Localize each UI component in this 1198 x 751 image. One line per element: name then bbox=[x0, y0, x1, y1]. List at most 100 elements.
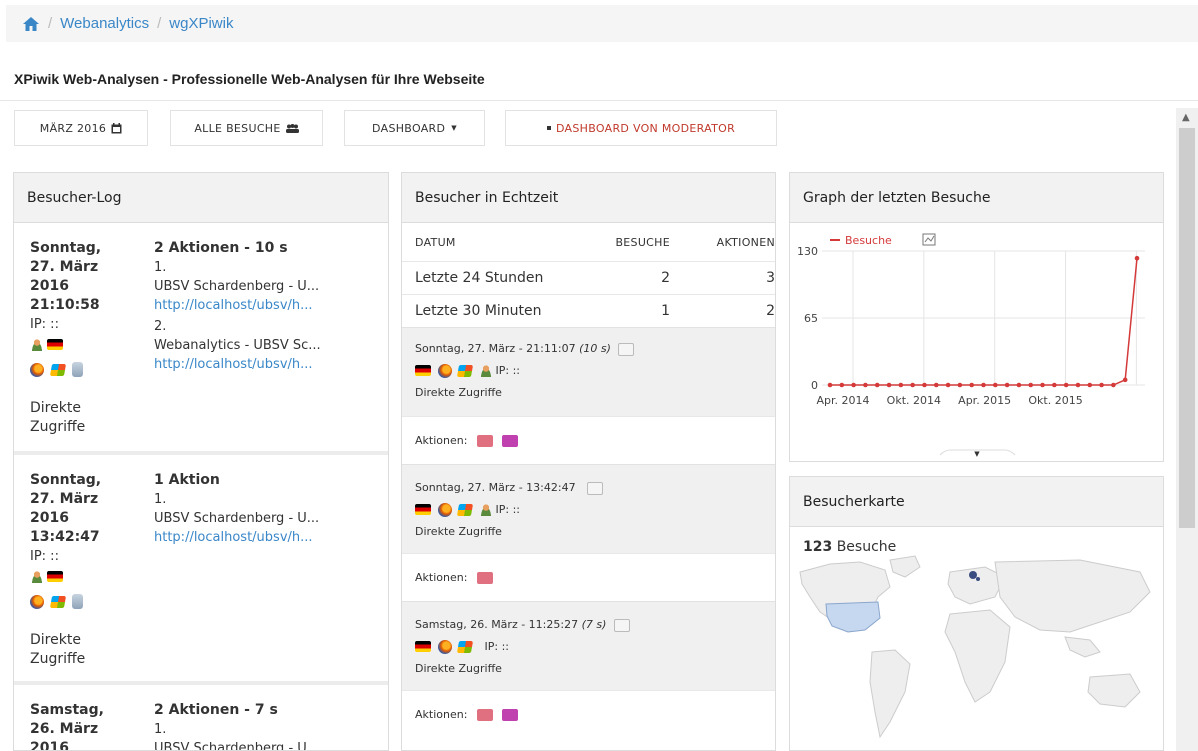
data-point[interactable] bbox=[993, 382, 998, 388]
home-icon[interactable] bbox=[22, 15, 40, 33]
table-row: Letzte 24 Stunden 2 3 bbox=[402, 261, 775, 294]
visit-ip: IP: :: bbox=[484, 639, 510, 653]
visit-time: Samstag, 26. März - 11:25:27 bbox=[415, 618, 579, 631]
data-point[interactable] bbox=[1004, 382, 1010, 388]
map-country-usa[interactable] bbox=[825, 601, 881, 633]
scrollbar-thumb[interactable] bbox=[1179, 128, 1195, 528]
action-url-link[interactable]: http://localhost/ubsv/h... bbox=[154, 296, 354, 315]
realtime-actions-row: Aktionen: bbox=[402, 553, 775, 601]
data-point[interactable] bbox=[1016, 382, 1022, 388]
row-label: Letzte 24 Stunden bbox=[415, 270, 544, 286]
row-label: Letzte 30 Minuten bbox=[415, 303, 542, 319]
date-selector-label: MÄRZ 2016 bbox=[39, 121, 107, 135]
screenshot-icon[interactable] bbox=[587, 481, 604, 495]
scroll-up-icon[interactable]: ▲ bbox=[1182, 112, 1190, 123]
data-point[interactable] bbox=[969, 382, 974, 388]
data-point[interactable] bbox=[1134, 255, 1140, 261]
series-points bbox=[827, 255, 1140, 388]
data-point[interactable] bbox=[1099, 382, 1104, 388]
data-point[interactable] bbox=[1063, 382, 1069, 388]
dashboard-menu-label: DASHBOARD bbox=[372, 121, 446, 135]
action-url-link[interactable]: http://localhost/ubsv/h... bbox=[154, 355, 354, 374]
data-point[interactable] bbox=[1040, 382, 1045, 388]
data-point[interactable] bbox=[886, 382, 892, 388]
data-point[interactable] bbox=[851, 382, 856, 388]
row-actions: 3 bbox=[766, 270, 775, 286]
data-point[interactable] bbox=[910, 382, 915, 388]
plugin-icon bbox=[72, 362, 84, 377]
divider bbox=[0, 100, 1198, 101]
map-country-austria-marker[interactable] bbox=[976, 577, 980, 581]
action-number: 1. bbox=[154, 492, 167, 507]
data-point[interactable] bbox=[863, 382, 868, 388]
data-point[interactable] bbox=[839, 382, 845, 388]
breadcrumb-link-webanalytics[interactable]: Webanalytics bbox=[60, 15, 149, 32]
dashboard-moderator-label: DASHBOARD VON MODERATOR bbox=[555, 121, 736, 135]
actions-label: Aktionen: bbox=[415, 708, 468, 721]
realtime-visit-item: Sonntag, 27. März - 13:42:47 IP: :: Dire… bbox=[402, 464, 775, 553]
visit-actions-summary: 2 Aktionen - 10 s bbox=[154, 240, 288, 256]
data-point[interactable] bbox=[898, 382, 904, 388]
realtime-header: Besucher in Echtzeit bbox=[402, 173, 775, 223]
firefox-icon bbox=[30, 362, 44, 377]
folder-icon[interactable] bbox=[477, 571, 494, 584]
map-header: Besucherkarte bbox=[790, 477, 1163, 527]
breadcrumb-link-wgxpiwik[interactable]: wgXPiwik bbox=[169, 15, 233, 32]
data-point[interactable] bbox=[874, 382, 880, 388]
dashboard-menu-button[interactable]: DASHBOARD ▼ bbox=[344, 110, 485, 146]
folder-icon[interactable] bbox=[477, 708, 494, 721]
data-point[interactable] bbox=[945, 382, 951, 388]
chart-type-icon[interactable] bbox=[922, 233, 936, 246]
data-point[interactable] bbox=[981, 382, 986, 388]
page-title: XPiwik Web-Analysen - Professionelle Web… bbox=[14, 71, 485, 87]
folder-icon[interactable] bbox=[502, 708, 519, 721]
map-region-australia[interactable] bbox=[1087, 673, 1141, 708]
data-point[interactable] bbox=[1052, 382, 1057, 388]
data-point[interactable] bbox=[1087, 382, 1093, 388]
visit-date: 27. März bbox=[30, 491, 99, 507]
column-header-date: DATUM bbox=[415, 235, 456, 249]
map-region-southeast-asia[interactable] bbox=[1064, 636, 1101, 658]
map-region-greenland[interactable] bbox=[889, 555, 921, 578]
caret-down-icon: ▼ bbox=[974, 450, 980, 458]
folder-icon[interactable] bbox=[477, 434, 494, 447]
y-tick-label: 65 bbox=[804, 312, 818, 325]
screenshot-icon[interactable] bbox=[618, 342, 635, 356]
date-selector-button[interactable]: MÄRZ 2016 bbox=[14, 110, 148, 146]
data-point[interactable] bbox=[922, 382, 927, 388]
segment-selector-button[interactable]: ALLE BESUCHE bbox=[170, 110, 323, 146]
data-point[interactable] bbox=[957, 382, 963, 388]
visit-day: Samstag, bbox=[30, 702, 104, 718]
folder-icon[interactable] bbox=[502, 434, 519, 447]
visit-ip: IP: :: bbox=[30, 549, 59, 564]
visitor-log-widget: Besucher-Log Sonntag, 27. März 2016 21:1… bbox=[13, 172, 389, 751]
chart-expand-toggle[interactable]: ▼ bbox=[939, 449, 1016, 458]
visit-actions-summary: 1 Aktion bbox=[154, 472, 220, 488]
map-region-south-america[interactable] bbox=[869, 649, 911, 739]
x-axis-labels: Apr. 2014 Okt. 2014 Apr. 2015 Okt. 2015 bbox=[816, 394, 1082, 407]
table-row: Letzte 30 Minuten 1 2 bbox=[402, 294, 775, 327]
screenshot-icon[interactable] bbox=[613, 618, 630, 632]
action-url-link[interactable]: http://localhost/ubsv/h... bbox=[154, 528, 354, 547]
map-region-africa[interactable] bbox=[944, 609, 1011, 703]
map-country-germany-marker[interactable] bbox=[969, 571, 977, 579]
action-number: 1. bbox=[154, 260, 167, 275]
page-scrollbar[interactable]: ▲ bbox=[1176, 108, 1198, 751]
visits-line-chart: 0 65 130 Apr. 2014 Okt. 2014 Apr. 2015 Okt. 2… bbox=[797, 233, 1145, 458]
data-point[interactable] bbox=[1111, 382, 1116, 388]
data-point[interactable] bbox=[827, 382, 833, 388]
segment-selector-label: ALLE BESUCHE bbox=[194, 121, 281, 135]
map-region-asia[interactable] bbox=[994, 559, 1151, 633]
data-point[interactable] bbox=[1028, 382, 1034, 388]
visit-referrer: Direkte bbox=[30, 400, 81, 416]
data-point[interactable] bbox=[1122, 377, 1128, 383]
data-point[interactable] bbox=[1075, 382, 1081, 388]
y-axis-labels: 0 65 130 bbox=[797, 245, 818, 392]
dashboard-moderator-button[interactable]: DASHBOARD VON MODERATOR bbox=[505, 110, 777, 146]
world-map[interactable] bbox=[790, 552, 1163, 751]
column-header-visits: BESUCHE bbox=[615, 235, 670, 249]
germany-flag-icon bbox=[415, 365, 431, 376]
action-page-title: UBSV Schardenberg - U... bbox=[154, 511, 320, 526]
data-point[interactable] bbox=[933, 382, 939, 388]
group-icon bbox=[285, 123, 299, 133]
